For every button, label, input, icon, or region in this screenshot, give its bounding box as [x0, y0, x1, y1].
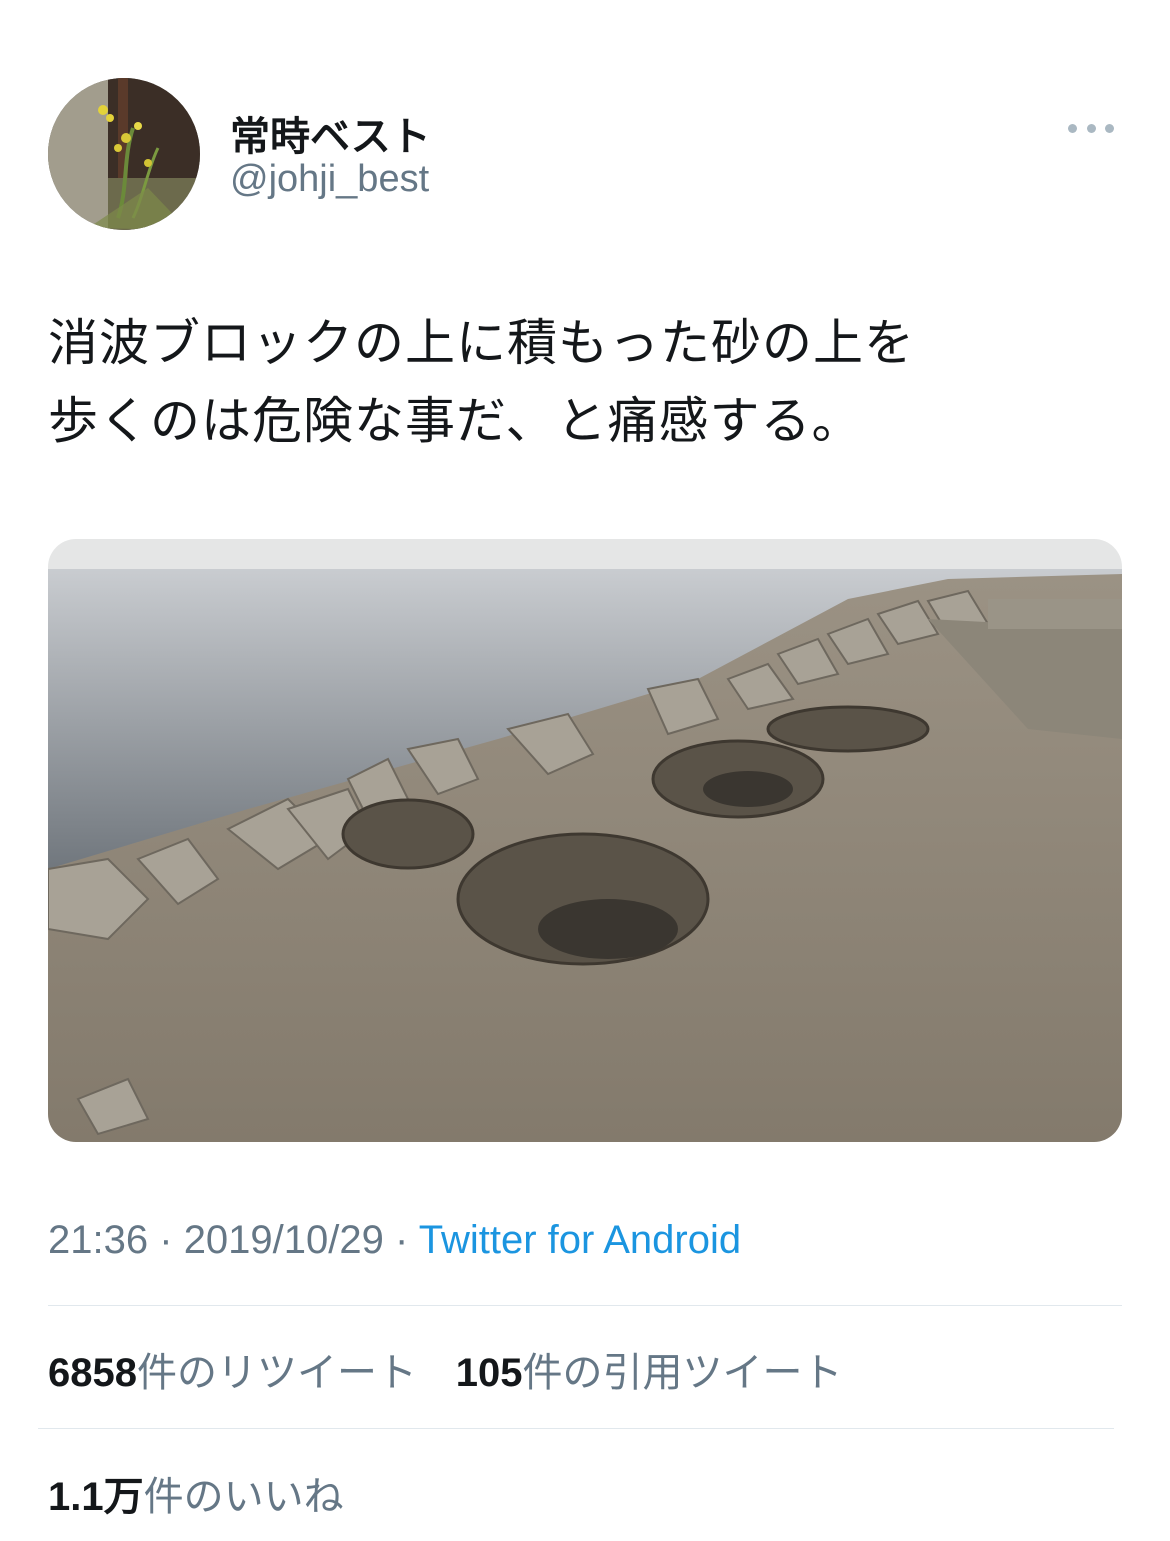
quotes-stat[interactable]: 105件の引用ツイート [456, 1340, 843, 1398]
tweet-date[interactable]: 2019/10/29 [184, 1218, 384, 1262]
meta-separator: · [395, 1218, 409, 1262]
dot [1105, 123, 1114, 133]
engagement-stats: 6858件のリツイート 105件の引用ツイート [48, 1340, 868, 1398]
tweet-source-link[interactable]: Twitter for Android [419, 1218, 741, 1262]
tweet-text-line: 消波ブロックの上に積もった砂の上を [48, 314, 915, 372]
retweets-count: 6858 [48, 1351, 137, 1395]
tweet-text-line: 歩くのは危険な事だ、と痛感する。 [48, 392, 863, 450]
tweet-header: 常時ベスト @johji_best [48, 78, 1122, 230]
divider [38, 1428, 1114, 1429]
avatar-image [48, 78, 200, 230]
beach-photo [48, 539, 1122, 1142]
dot [1086, 123, 1096, 133]
dot [1068, 123, 1077, 133]
quotes-label: 件の引用ツイート [522, 1350, 843, 1396]
tweet-photo[interactable] [48, 539, 1122, 1142]
avatar[interactable] [48, 78, 200, 230]
likes-stat[interactable]: 1.1万件のいいね [48, 1464, 344, 1522]
retweets-label: 件のリツイート [136, 1350, 417, 1396]
tweet-time[interactable]: 21:36 [48, 1218, 148, 1262]
tweet-text: 消波ブロックの上に積もった砂の上を 歩くのは危険な事だ、と痛感する。 [48, 304, 1128, 460]
meta-separator: · [159, 1218, 173, 1262]
likes-label: 件のいいね [143, 1474, 344, 1520]
user-handle[interactable]: @johji_best [230, 158, 429, 201]
display-name[interactable]: 常時ベスト [230, 104, 431, 162]
likes-count: 1.1万 [48, 1475, 144, 1519]
more-options-icon[interactable] [1068, 118, 1114, 138]
tweet-meta: 21:36 · 2019/10/29 · Twitter for Android [48, 1218, 741, 1263]
divider [48, 1305, 1122, 1306]
quotes-count: 105 [455, 1351, 523, 1395]
retweets-stat[interactable]: 6858件のリツイート [48, 1340, 417, 1398]
